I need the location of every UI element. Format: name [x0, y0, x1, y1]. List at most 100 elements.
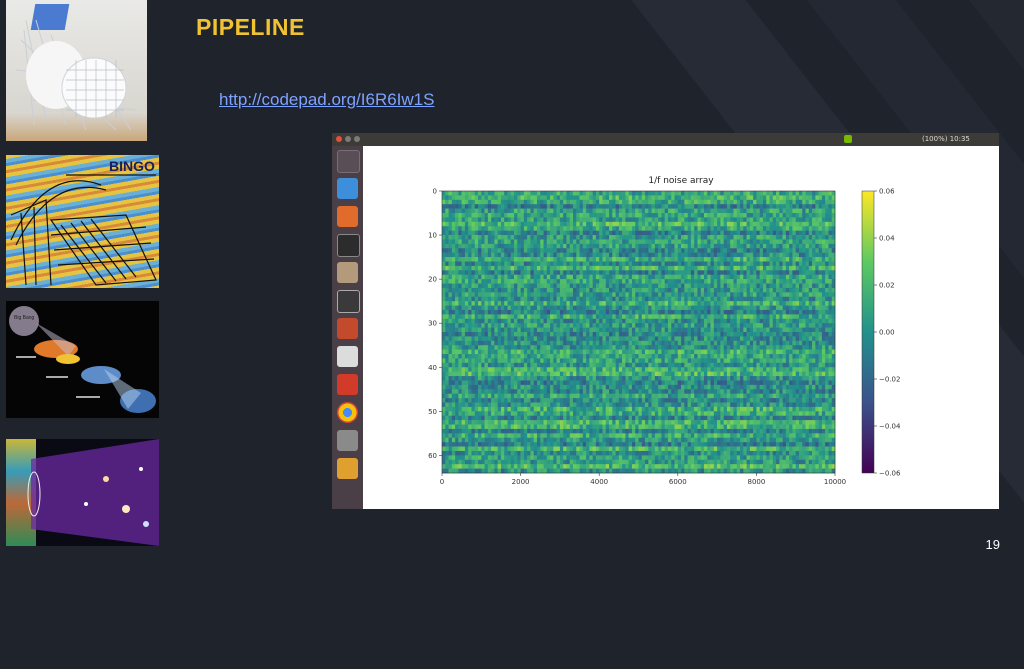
heatmap-cell	[697, 318, 702, 324]
heatmap-cell	[622, 318, 626, 324]
heatmap-cell	[507, 243, 512, 249]
heatmap-cell	[674, 257, 679, 262]
heatmap-cell	[815, 305, 819, 311]
heatmap-cell	[628, 340, 633, 346]
heatmap-cell	[674, 279, 679, 284]
heatmap-cell	[730, 257, 734, 262]
heatmap-cell	[792, 230, 796, 236]
heatmap-cell	[785, 204, 790, 209]
codepad-link[interactable]: http://codepad.org/I6R6Iw1S	[219, 90, 434, 110]
heatmap-cell	[795, 199, 800, 205]
heatmap-cell	[749, 208, 754, 214]
heatmap-cell	[726, 261, 731, 267]
heatmap-cell	[471, 314, 476, 320]
heatmap-cell	[671, 239, 675, 245]
heatmap-cell	[576, 204, 580, 209]
heatmap-cell	[805, 235, 810, 240]
disks-icon[interactable]	[337, 430, 358, 451]
heatmap-cell	[717, 323, 721, 328]
heatmap-cell	[491, 252, 495, 258]
heatmap-cell	[772, 349, 777, 355]
heatmap-cell	[599, 204, 603, 209]
terminal-icon[interactable]	[337, 234, 360, 257]
heatmap-cell	[700, 314, 705, 320]
stack-icon[interactable]	[337, 458, 358, 479]
heatmap-cell	[756, 248, 760, 253]
heatmap-cell	[743, 204, 747, 209]
heatmap-cell	[612, 327, 616, 333]
heatmap-cell	[556, 283, 561, 289]
heatmap-cell	[523, 257, 528, 262]
heatmap-cell	[536, 371, 541, 377]
close-window-icon[interactable]	[336, 136, 342, 142]
system-monitor-icon[interactable]	[337, 290, 360, 313]
heatmap-cell	[550, 345, 554, 350]
heatmap-cell	[481, 323, 485, 328]
heatmap-cell	[520, 257, 525, 262]
heatmap-cell	[618, 349, 623, 355]
heatmap-cell	[681, 354, 685, 359]
heatmap-cell	[782, 318, 787, 324]
heatmap-cell	[733, 195, 738, 201]
heatmap-cell	[667, 208, 672, 214]
heatmap-cell	[802, 283, 806, 289]
heatmap-cell	[661, 358, 665, 364]
heatmap-cell	[740, 248, 744, 253]
heatmap-cell	[451, 345, 456, 350]
heatmap-cell	[487, 274, 492, 280]
heatmap-cell	[599, 274, 603, 280]
heatmap-cell	[455, 279, 459, 284]
heatmap-cell	[458, 296, 462, 302]
heatmap-cell	[671, 226, 675, 231]
heatmap-cell	[536, 261, 541, 267]
chrome-icon[interactable]	[337, 402, 358, 423]
heatmap-cell	[507, 226, 512, 231]
text-editor-icon[interactable]	[337, 346, 358, 367]
ubuntu-dash-icon[interactable]	[337, 150, 360, 173]
heatmap-cell	[533, 243, 538, 249]
heatmap-cell	[536, 318, 541, 324]
heatmap-cell	[497, 371, 502, 377]
heatmap-cell	[720, 332, 724, 337]
heatmap-cell	[802, 221, 806, 227]
heatmap-cell	[517, 327, 521, 333]
heatmap-cell	[448, 279, 453, 284]
heatmap-cell	[605, 243, 610, 249]
software-center-icon[interactable]	[337, 206, 358, 227]
heatmap-cell	[825, 191, 829, 196]
app-icon[interactable]	[337, 374, 358, 395]
heatmap-cell	[694, 239, 698, 245]
heatmap-cell	[805, 199, 810, 205]
maximize-window-icon[interactable]	[354, 136, 360, 142]
heatmap-cell	[442, 265, 446, 271]
heatmap-cell	[579, 296, 584, 302]
heatmap-cell	[723, 336, 728, 342]
heatmap-cell	[651, 340, 656, 346]
heatmap-cell	[828, 274, 833, 280]
heatmap-cell	[789, 208, 793, 214]
heatmap-cell	[599, 354, 603, 359]
heatmap-cell	[478, 257, 482, 262]
tray-icon[interactable]	[844, 135, 852, 143]
minimize-window-icon[interactable]	[345, 136, 351, 142]
heatmap-cell	[641, 332, 646, 337]
heatmap-cell	[776, 270, 780, 276]
dropbox-icon[interactable]	[337, 178, 358, 199]
heatmap-cell	[684, 191, 688, 196]
heatmap-cell	[772, 354, 777, 359]
heatmap-cell	[812, 336, 816, 342]
heatmap-cell	[645, 252, 649, 258]
heatmap-cell	[487, 257, 492, 262]
heatmap-cell	[504, 279, 508, 284]
settings-icon[interactable]	[337, 318, 358, 339]
heatmap-cell	[802, 217, 806, 223]
heatmap-cell	[818, 221, 823, 227]
heatmap-cell	[484, 195, 489, 201]
files-icon[interactable]	[337, 262, 358, 283]
heatmap-cell	[740, 327, 744, 333]
heatmap-cell	[592, 265, 597, 271]
heatmap-cell	[713, 191, 718, 196]
heatmap-cell	[700, 239, 705, 245]
heatmap-cell	[589, 248, 593, 253]
heatmap-cell	[776, 265, 780, 271]
